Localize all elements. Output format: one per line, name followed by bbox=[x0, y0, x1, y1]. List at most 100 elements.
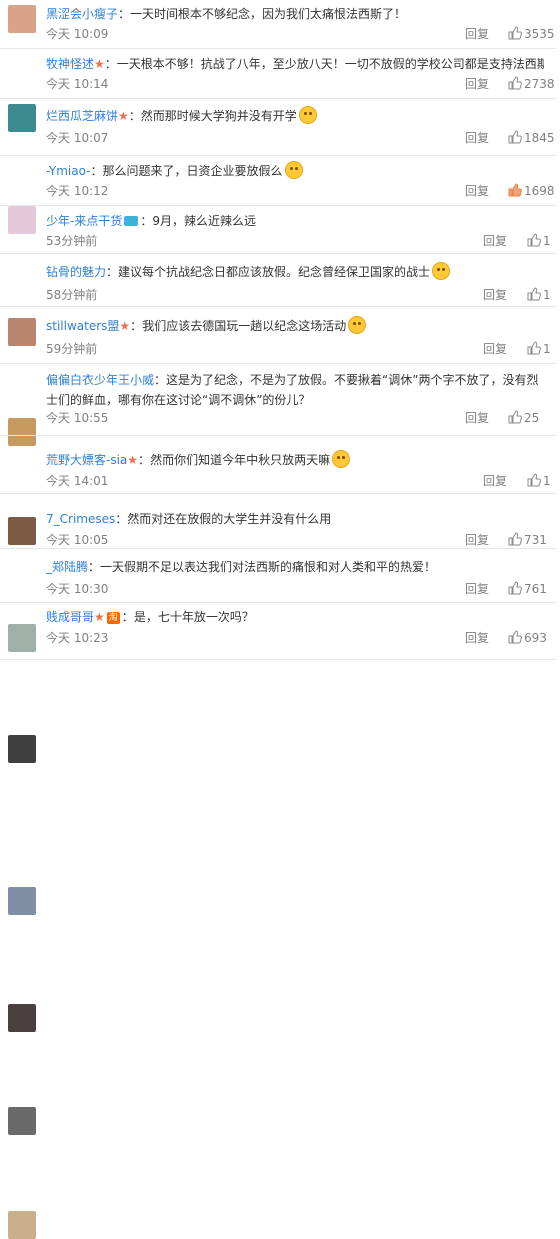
comment-text: 一天根本不够！抗战了八年，至少放八天！一切不放假的学校公司都是支持法西斯的 bbox=[116, 57, 544, 71]
like-count: 1845 bbox=[524, 131, 555, 145]
like-button[interactable]: 1 bbox=[527, 341, 551, 357]
comment-timestamp: 今天 10:14 bbox=[46, 77, 109, 91]
reply-button[interactable]: 回复 bbox=[465, 410, 489, 426]
like-button[interactable]: 1 bbox=[527, 473, 551, 489]
thumbs-up-icon bbox=[527, 473, 541, 487]
thumbs-up-icon bbox=[508, 581, 522, 595]
avatar[interactable] bbox=[8, 5, 36, 33]
comment-body: 烂西瓜芝麻饼★：然而那时候大学狗并没有开学 bbox=[46, 106, 544, 126]
reply-button[interactable]: 回复 bbox=[465, 532, 489, 548]
comment-body: 少年-来点干货 ：9月，辣么近辣么远 bbox=[46, 211, 544, 231]
comment-body: 贱成哥哥★ 淘：是，七十年放一次吗？ bbox=[46, 607, 544, 627]
username-link[interactable]: 贱成哥哥 bbox=[46, 610, 94, 624]
avatar[interactable] bbox=[8, 887, 36, 915]
reply-button[interactable]: 回复 bbox=[465, 183, 489, 199]
username-link[interactable]: 荒野大嫖客-sia bbox=[46, 453, 127, 467]
comment-text: 我们应该去德国玩一趟以纪念这场活动 bbox=[142, 319, 347, 333]
comment-item: 偏偏白衣少年王小威：这是为了纪念，不是为了放假。不要揪着“调休”两个字不放了，没… bbox=[0, 364, 556, 763]
username-link[interactable]: stillwaters盟 bbox=[46, 319, 119, 333]
comment-item: 贱成哥哥★ 淘：是，七十年放一次吗？ 今天 10:23 回复 693 bbox=[0, 603, 556, 1239]
like-button[interactable]: 2738 bbox=[508, 76, 555, 92]
comment-text: 然而对还在放假的大学生并没有什么用 bbox=[127, 512, 332, 526]
reply-button[interactable]: 回复 bbox=[483, 473, 507, 489]
username-link[interactable]: 烂西瓜芝麻饼 bbox=[46, 109, 118, 123]
comment-item: 牧神怪述★：一天根本不够！抗战了八年，至少放八天！一切不放假的学校公司都是支持法… bbox=[0, 49, 556, 132]
comment-item: -Ymiao-：那么问题来了，日资企业要放假么 今天 10:12 回复 1698 bbox=[0, 156, 556, 346]
separator: ： bbox=[121, 610, 134, 624]
comment-body: 钻骨的魅力：建议每个抗战纪念日都应该放假。纪念曾经保卫国家的战士 bbox=[46, 262, 544, 282]
separator: ： bbox=[140, 214, 153, 228]
like-button[interactable]: 1 bbox=[527, 287, 551, 303]
reply-button[interactable]: 回复 bbox=[483, 287, 507, 303]
like-count: 693 bbox=[524, 631, 547, 645]
separator: ： bbox=[88, 560, 101, 574]
grin-emoji-icon bbox=[348, 316, 367, 334]
like-count: 1 bbox=[543, 234, 551, 248]
like-button[interactable]: 1698 bbox=[508, 183, 555, 199]
comment-item: 少年-来点干货 ：9月，辣么近辣么远 53分钟前 回复 1 bbox=[0, 206, 556, 446]
thumbs-up-icon bbox=[508, 130, 522, 144]
comment-item: _郑陆腾：一天假期不足以表达我们对法西斯的痛恨和对人类和平的热爱！ 今天 10:3… bbox=[0, 549, 556, 1135]
like-button[interactable]: 1 bbox=[527, 233, 551, 249]
thumbs-up-icon bbox=[508, 76, 522, 90]
comment-timestamp: 今天 10:12 bbox=[46, 184, 109, 198]
like-count: 25 bbox=[524, 411, 540, 425]
avatar[interactable] bbox=[8, 1004, 36, 1032]
avatar[interactable] bbox=[8, 1211, 36, 1239]
comment-body: 7_Crimeses：然而对还在放假的大学生并没有什么用 bbox=[46, 509, 544, 529]
comment-timestamp: 今天 10:09 bbox=[46, 27, 109, 41]
like-count: 2738 bbox=[524, 77, 555, 91]
like-count: 3535 bbox=[524, 27, 555, 41]
like-count: 1698 bbox=[524, 184, 555, 198]
like-button[interactable]: 3535 bbox=[508, 26, 555, 42]
comment-timestamp: 今天 10:55 bbox=[46, 411, 109, 425]
like-button[interactable]: 731 bbox=[508, 532, 547, 548]
comment-text: 一天时间根本不够纪念，因为我们太痛恨法西斯了！ bbox=[130, 7, 407, 21]
thumbs-up-icon bbox=[508, 532, 522, 546]
comment-item: 黑涩会小瘦子：一天时间根本不够纪念，因为我们太痛恨法西斯了！ 今天 10:09 回复… bbox=[0, 0, 556, 49]
vip-badge-icon: ★ bbox=[127, 453, 139, 467]
username-link[interactable]: 偏偏白衣少年王小威 bbox=[46, 373, 154, 387]
comment-item: 荒野大嫖客-sia★：然而你们知道今年中秋只放两天嘛 今天 14:01 回复 1 bbox=[0, 436, 556, 915]
separator: ： bbox=[115, 512, 128, 526]
username-link[interactable]: 牧神怪述 bbox=[46, 57, 94, 71]
thumbs-up-icon bbox=[508, 630, 522, 644]
separator: ： bbox=[118, 7, 131, 21]
comment-body: 荒野大嫖客-sia★：然而你们知道今年中秋只放两天嘛 bbox=[46, 450, 544, 470]
reply-button[interactable]: 回复 bbox=[465, 76, 489, 92]
reply-button[interactable]: 回复 bbox=[465, 630, 489, 646]
thumbs-up-icon bbox=[508, 26, 522, 40]
reply-button[interactable]: 回复 bbox=[483, 341, 507, 357]
avatar[interactable] bbox=[8, 1107, 36, 1135]
vip-badge-icon: ★ bbox=[94, 610, 105, 624]
comment-body: 偏偏白衣少年王小威：这是为了纪念，不是为了放假。不要揪着“调休”两个字不放了，没… bbox=[46, 370, 544, 410]
username-link[interactable]: -Ymiao- bbox=[46, 164, 91, 178]
comment-item: 钻骨的魅力：建议每个抗战纪念日都应该放假。纪念曾经保卫国家的战士 58分钟前 回复 1 bbox=[0, 254, 556, 545]
comment-item: 烂西瓜芝麻饼★：然而那时候大学狗并没有开学 今天 10:07 回复 1845 bbox=[0, 99, 556, 234]
reply-button[interactable]: 回复 bbox=[465, 26, 489, 42]
comment-timestamp: 58分钟前 bbox=[46, 288, 98, 302]
username-link[interactable]: _郑陆腾 bbox=[46, 560, 88, 574]
laugh-emoji-icon bbox=[284, 161, 303, 179]
avatar[interactable] bbox=[8, 735, 36, 763]
reply-button[interactable]: 回复 bbox=[483, 233, 507, 249]
like-button[interactable]: 693 bbox=[508, 630, 547, 646]
thumbs-up-icon bbox=[527, 233, 541, 247]
comment-timestamp: 53分钟前 bbox=[46, 234, 98, 248]
comment-body: 黑涩会小瘦子：一天时间根本不够纪念，因为我们太痛恨法西斯了！ bbox=[46, 4, 544, 24]
reply-button[interactable]: 回复 bbox=[465, 581, 489, 597]
separator: ： bbox=[138, 453, 151, 467]
username-link[interactable]: 少年-来点干货 bbox=[46, 214, 122, 228]
username-link[interactable]: 7_Crimeses bbox=[46, 512, 115, 526]
username-link[interactable]: 钻骨的魅力 bbox=[46, 265, 106, 279]
like-button[interactable]: 761 bbox=[508, 581, 547, 597]
comment-text: 是，七十年放一次吗？ bbox=[133, 610, 254, 624]
like-button[interactable]: 25 bbox=[508, 410, 539, 426]
taobao-badge-icon: 淘 bbox=[106, 612, 120, 624]
separator: ： bbox=[104, 57, 117, 71]
reply-button[interactable]: 回复 bbox=[465, 130, 489, 146]
like-button[interactable]: 1845 bbox=[508, 130, 555, 146]
separator: ： bbox=[90, 164, 103, 178]
comment-text: 那么问题来了，日资企业要放假么 bbox=[102, 164, 283, 178]
username-link[interactable]: 黑涩会小瘦子 bbox=[46, 7, 118, 21]
